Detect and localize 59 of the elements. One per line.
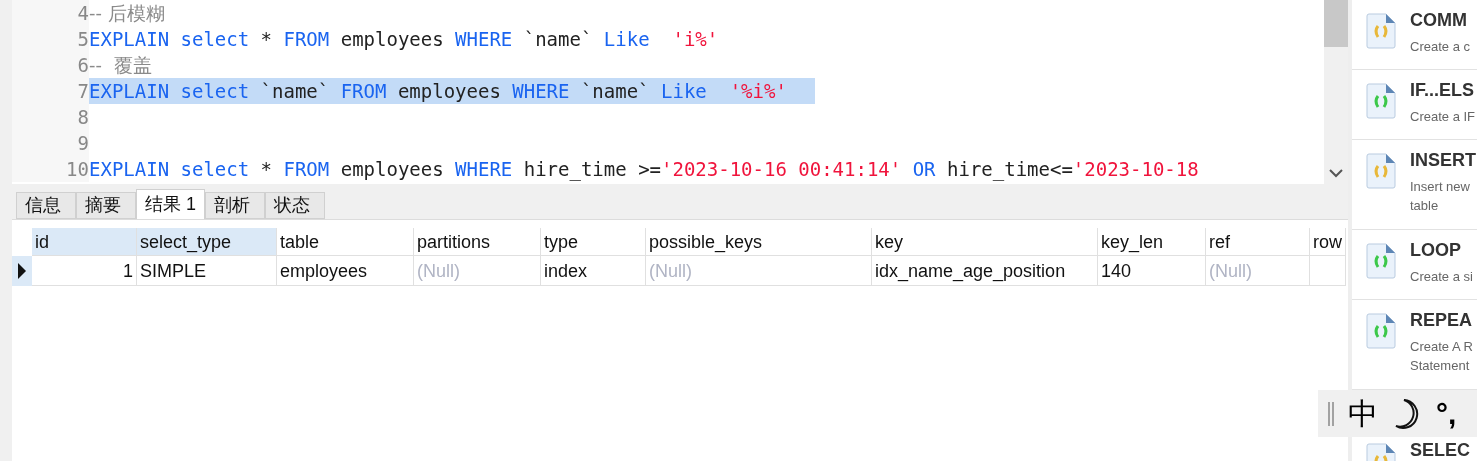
file-icon [1366,83,1396,119]
table-cell: employees [277,256,414,286]
snippet-description: Create a c [1410,38,1470,56]
column-header[interactable]: ref [1206,228,1310,256]
table-cell: SIMPLE [137,256,277,286]
snippet-item[interactable]: COMM Create a c [1352,0,1477,70]
tab[interactable]: 状态 [265,192,325,219]
column-header[interactable]: possible_keys [646,228,872,256]
snippet-title: INSERT [1410,149,1476,171]
snippet-description: Statement [1410,357,1471,375]
table-cell: (Null) [414,256,541,286]
punctuation-toggle[interactable]: °, [1436,398,1457,429]
snippet-item[interactable]: INSERT Insert new table [1352,140,1477,230]
chevron-down-icon[interactable] [1329,169,1343,178]
file-icon [1366,13,1396,49]
column-header[interactable]: select_type [137,228,277,256]
line-number: 9 [76,130,89,156]
column-header[interactable]: key [872,228,1098,256]
table-cell: (Null) [1206,256,1310,286]
line-number: 7 [76,78,89,104]
snippet-title: IF...ELS [1410,79,1475,101]
file-icon [1366,153,1396,189]
line-number: 8 [76,104,89,130]
snippet-description: Insert new [1410,178,1471,196]
snippet-title: COMM [1410,9,1468,31]
line-number: 5 [76,26,89,52]
table-cell: index [541,256,646,286]
line-number: 10 [65,156,89,182]
snippet-title: SELEC [1410,439,1470,461]
scrollbar-thumb[interactable] [1324,0,1348,47]
snippet-description: Create a IF [1410,108,1476,126]
column-header[interactable]: id [32,228,137,256]
column-header[interactable]: row [1310,228,1346,256]
column-header[interactable]: key_len [1098,228,1206,256]
grip-icon[interactable] [1328,401,1334,426]
tab[interactable]: 摘要 [76,192,136,219]
table-cell: idx_name_age_position [872,256,1098,286]
snippet-description: Create A R [1410,338,1473,356]
file-icon [1366,243,1396,279]
line-number: 6 [76,52,89,78]
file-icon [1366,313,1396,349]
column-header[interactable]: partitions [414,228,541,256]
snippet-description: Create a si [1410,268,1473,286]
line-number: 4 [76,0,89,26]
snippet-item[interactable]: IF...ELS Create a IF [1352,70,1477,140]
table-cell: 140 [1098,256,1206,286]
table-cell: 1 [32,256,137,286]
snippet-item[interactable]: LOOP Create a si [1352,230,1477,300]
column-header[interactable]: type [541,228,646,256]
tab[interactable]: 结果 1 [136,189,205,219]
tab[interactable]: 剖析 [205,192,265,219]
snippet-title: REPEA [1410,309,1473,331]
tab[interactable]: 信息 [16,192,76,219]
table-cell: (Null) [646,256,872,286]
input-mode-toggle[interactable]: 中 [1348,398,1378,429]
snippet-title: LOOP [1410,239,1462,261]
snippet-item[interactable]: REPEA Create A R Statement [1352,300,1477,390]
column-header[interactable]: table [277,228,414,256]
snippet-description: table [1410,197,1440,215]
